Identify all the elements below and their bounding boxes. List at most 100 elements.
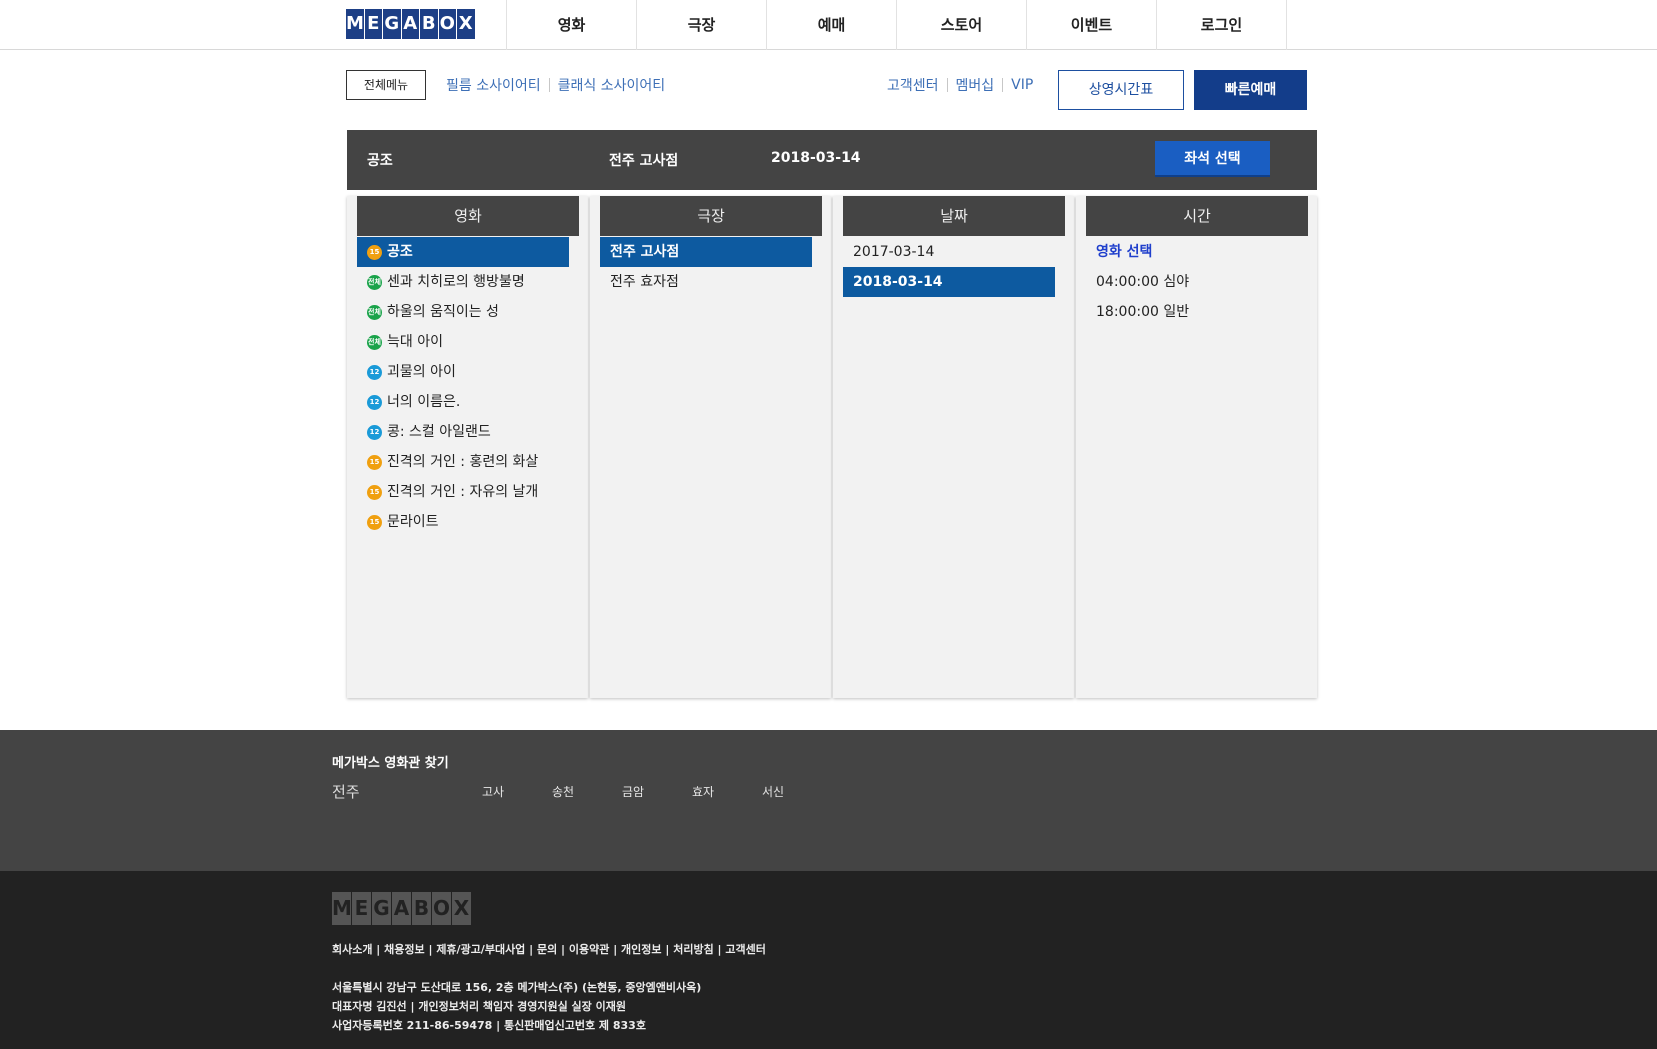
movie-item[interactable]: 12 콩: 스컬 아일랜드 [357,417,569,447]
time-item[interactable]: 18:00:00 일반 [1086,297,1298,327]
main-menu: 영화 극장 예매 스토어 이벤트 로그인 [506,0,1287,50]
logo-letter: A [392,892,411,925]
company-address: 서울특별시 강남구 도산대로 156, 2층 메가박스(주) (논현동, 중앙엠… [332,981,702,994]
movie-item[interactable]: 15 문라이트 [357,507,569,537]
date-item[interactable]: 2017-03-14 [843,237,1055,267]
logo-letter: O [438,9,456,39]
membership-link[interactable]: 멤버십 [956,75,995,95]
movie-item[interactable]: 15 진격의 거인 : 자유의 날개 [357,477,569,507]
logo-letter: X [457,9,475,39]
movie-title: 괴물의 아이 [387,364,456,380]
movie-item[interactable]: 전체 늑대 아이 [357,327,569,357]
movie-item[interactable]: 15 공조 [357,237,569,267]
megabox-logo[interactable]: M E G A B O X [346,9,476,39]
logo-letter: G [372,892,391,925]
rating-15-icon: 15 [367,454,382,470]
rating-12-icon: 12 [367,424,382,440]
film-society-link[interactable]: 필름 소사이어티 [446,75,541,95]
menu-event[interactable]: 이벤트 [1027,0,1157,50]
schedule-button[interactable]: 상영시간표 [1058,70,1184,110]
classic-society-link[interactable]: 클래식 소사이어티 [558,75,666,95]
theater-item[interactable]: 전주 효자점 [600,267,812,297]
date-list: 2017-03-14 2018-03-14 [843,237,1055,297]
theater-column-header: 극장 [600,196,822,236]
footer-logo: M E G A B O X [332,892,472,925]
finder-region: 전주 [332,783,360,801]
branch-link[interactable]: 효자 [692,783,762,800]
movie-column-header: 영화 [357,196,579,236]
select-seat-button[interactable]: 좌석 선택 [1155,141,1270,177]
time-column: 시간 영화 선택 04:00:00 심야 18:00:00 일반 [1076,196,1317,698]
divider [548,78,550,92]
rating-12-icon: 12 [367,394,382,410]
branch-link[interactable]: 고사 [482,783,552,800]
logo-letter: E [364,9,382,39]
logo-letter: O [432,892,451,925]
all-menu-button[interactable]: 전체메뉴 [346,70,426,100]
branch-list: 고사 송천 금암 효자 서신 [482,783,832,800]
utility-links: 고객센터 멤버십 VIP [887,75,1033,95]
movie-item[interactable]: 전체 하울의 움직이는 성 [357,297,569,327]
rating-all-icon: 전체 [367,334,382,350]
company-info: 서울특별시 강남구 도산대로 156, 2층 메가박스(주) (논현동, 중앙엠… [332,978,701,1035]
site-footer: M E G A B O X 회사소개 | 채용정보 | 제휴/광고/부대사업 |… [0,871,1657,1049]
date-item[interactable]: 2018-03-14 [843,267,1055,297]
time-list: 영화 선택 04:00:00 심야 18:00:00 일반 [1086,237,1298,327]
rating-15-icon: 15 [367,514,382,530]
menu-booking[interactable]: 예매 [767,0,897,50]
logo-letter: B [420,9,438,39]
theater-list: 전주 고사점 전주 효자점 [600,237,812,297]
company-ceo: 대표자명 김진선 | 개인정보처리 책임자 경영지원실 실장 이재원 [332,1000,626,1013]
logo-letter: A [401,9,419,39]
logo-letter: M [332,892,352,925]
selected-theater: 전주 고사점 [609,153,679,169]
movie-title: 하울의 움직이는 성 [387,304,499,320]
time-column-header: 시간 [1086,196,1308,236]
selected-movie: 공조 [367,153,393,169]
customer-center-link[interactable]: 고객센터 [887,75,939,95]
movie-item[interactable]: 12 너의 이름은. [357,387,569,417]
movie-item[interactable]: 전체 센과 치히로의 행방불명 [357,267,569,297]
menu-theater[interactable]: 극장 [637,0,767,50]
logo-letter: X [452,892,471,925]
movie-title: 공조 [387,244,413,260]
date-column: 날짜 2017-03-14 2018-03-14 [833,196,1074,698]
branch-link[interactable]: 송천 [552,783,622,800]
menu-movie[interactable]: 영화 [507,0,637,50]
booking-columns: 영화 15 공조 전체 센과 치히로의 행방불명 전체 하울의 움직이는 성 전체 늑대… [347,196,1317,698]
branch-link[interactable]: 서신 [762,783,832,800]
movie-item[interactable]: 15 진격의 거인 : 홍련의 화살 [357,447,569,477]
time-item[interactable]: 04:00:00 심야 [1086,267,1298,297]
movie-column: 영화 15 공조 전체 센과 치히로의 행방불명 전체 하울의 움직이는 성 전체 늑대… [347,196,588,698]
theater-finder: 메가박스 영화관 찾기 전주 고사 송천 금암 효자 서신 [0,730,1657,871]
divider [1002,78,1004,92]
branch-link[interactable]: 금암 [622,783,692,800]
logo-letter: E [352,892,371,925]
selection-summary: 공조 전주 고사점 2018-03-14 좌석 선택 [347,130,1317,190]
vip-link[interactable]: VIP [1011,77,1033,93]
theater-column: 극장 전주 고사점 전주 효자점 [590,196,831,698]
divider [946,78,948,92]
movie-item[interactable]: 12 괴물의 아이 [357,357,569,387]
quick-booking-button[interactable]: 빠른예매 [1194,70,1307,110]
movie-list: 15 공조 전체 센과 치히로의 행방불명 전체 하울의 움직이는 성 전체 늑대 아이… [357,237,569,537]
rating-all-icon: 전체 [367,274,382,290]
logo-letter: B [412,892,431,925]
logo-letter: G [383,9,401,39]
theater-item[interactable]: 전주 고사점 [600,237,812,267]
menu-login[interactable]: 로그인 [1157,0,1287,50]
select-movie-prompt[interactable]: 영화 선택 [1086,237,1298,267]
selected-date: 2018-03-14 [771,150,861,166]
finder-title: 메가박스 영화관 찾기 [332,756,449,771]
rating-15-icon: 15 [367,484,382,500]
movie-title: 너의 이름은. [387,394,461,410]
footer-links[interactable]: 회사소개 | 채용정보 | 제휴/광고/부대사업 | 문의 | 이용약관 | 개… [332,941,766,957]
movie-title: 진격의 거인 : 자유의 날개 [387,484,539,500]
movie-title: 센과 치히로의 행방불명 [387,274,525,290]
top-navigation: M E G A B O X 영화 극장 예매 스토어 이벤트 로그인 [0,0,1657,50]
movie-title: 진격의 거인 : 홍련의 화살 [387,454,539,470]
movie-title: 문라이트 [387,514,439,530]
rating-12-icon: 12 [367,364,382,380]
menu-store[interactable]: 스토어 [897,0,1027,50]
logo-letter: M [346,9,364,39]
